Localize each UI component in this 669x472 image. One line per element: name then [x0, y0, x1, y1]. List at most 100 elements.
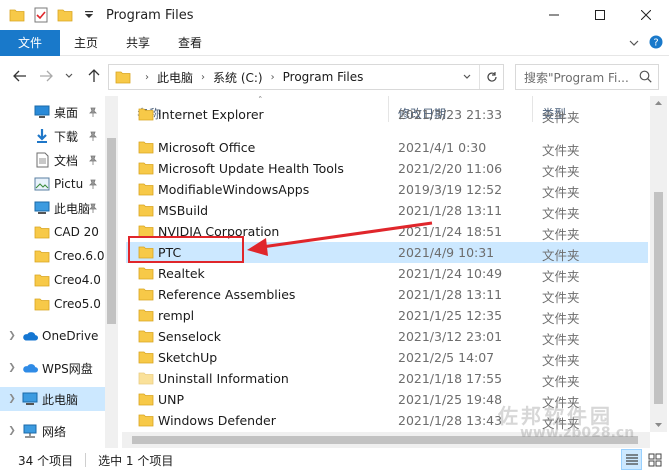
file-name: Microsoft Office	[158, 140, 256, 155]
details-view-icon	[625, 453, 638, 465]
nav-item-this-pc-pinned[interactable]: 此电脑	[0, 196, 118, 220]
nav-item-creo4-folder[interactable]: Creo4.0	[0, 268, 118, 292]
folder-icon	[34, 272, 50, 288]
file-name: Reference Assemblies	[158, 287, 296, 302]
pin-icon[interactable]	[88, 130, 98, 144]
tab-view[interactable]: 查看	[164, 30, 216, 56]
file-row[interactable]: Microsoft Office 2021/4/1 0:30 文件夹	[126, 137, 648, 158]
chevron-right-icon[interactable]: ›	[201, 72, 205, 83]
scroll-down-icon[interactable]	[654, 422, 663, 428]
breadcrumb-system-c[interactable]: 系统 (C:)	[213, 69, 263, 86]
chevron-right-icon[interactable]: ›	[145, 72, 149, 83]
tab-home[interactable]: 主页	[60, 30, 112, 56]
folder-icon	[138, 287, 154, 301]
file-modified-date: 2021/4/1 0:30	[398, 140, 487, 155]
file-row[interactable]: ModifiableWindowsApps 2019/3/19 12:52 文件夹	[126, 179, 648, 200]
file-row[interactable]: rempl 2021/1/25 12:35 文件夹	[126, 305, 648, 326]
nav-item-network[interactable]: ❯ 网络	[0, 419, 118, 443]
nav-item-pictures[interactable]: Pictu	[0, 172, 118, 196]
maximize-button[interactable]	[577, 0, 623, 30]
nav-pane-scrollbar-thumb[interactable]	[107, 138, 116, 324]
search-placeholder: 搜索"Program Fi...	[524, 70, 629, 85]
file-row[interactable]: Reference Assemblies 2021/1/28 13:11 文件夹	[126, 284, 648, 305]
customize-toolbar-dropdown-icon[interactable]	[80, 6, 98, 24]
nav-item-wps-cloud[interactable]: ❯ WPS网盘	[0, 356, 118, 380]
tab-share[interactable]: 共享	[112, 30, 164, 56]
nav-item-label: Creo5.0	[54, 297, 101, 311]
folder-icon	[138, 161, 154, 175]
nav-item-label: CAD 20	[54, 225, 99, 239]
nav-item-desktop[interactable]: 桌面	[0, 100, 118, 124]
nav-item-onedrive[interactable]: ❯ OneDrive	[0, 324, 118, 348]
chevron-right-icon[interactable]: ❯	[6, 426, 18, 436]
file-row[interactable]: SketchUp 2021/2/5 14:07 文件夹	[126, 347, 648, 368]
forward-button[interactable]	[36, 66, 56, 86]
chevron-right-icon[interactable]: ❯	[6, 331, 18, 341]
nav-item-creo5-folder[interactable]: Creo5.0	[0, 292, 118, 316]
close-button[interactable]	[623, 0, 669, 30]
refresh-icon	[486, 72, 497, 82]
pin-icon[interactable]	[88, 202, 98, 216]
breadcrumb-this-pc[interactable]: 此电脑	[157, 69, 193, 86]
breadcrumb-program-files[interactable]: Program Files	[283, 70, 364, 84]
nav-item-creo6-folder[interactable]: Creo.6.0	[0, 244, 118, 268]
file-name: Internet Explorer	[158, 107, 264, 122]
nav-item-cad-folder[interactable]: CAD 20	[0, 220, 118, 244]
recent-locations-button[interactable]	[62, 66, 76, 86]
pin-icon[interactable]	[88, 154, 98, 168]
nav-item-this-pc[interactable]: ❯ 此电脑	[0, 387, 118, 411]
file-row[interactable]: MSBuild 2021/1/28 13:11 文件夹	[126, 200, 648, 221]
file-row[interactable]: Senselock 2021/3/12 23:01 文件夹	[126, 326, 648, 347]
window-title: Program Files	[106, 7, 194, 23]
address-history-button[interactable]	[455, 65, 479, 89]
back-button[interactable]	[10, 66, 30, 86]
refresh-button[interactable]	[479, 65, 503, 89]
properties-icon[interactable]	[32, 6, 50, 24]
folder-icon	[138, 413, 154, 427]
up-button[interactable]	[84, 66, 104, 86]
minimize-button[interactable]	[531, 0, 577, 30]
nav-item-label: 此电脑	[54, 201, 91, 216]
file-list-scrollbar[interactable]	[650, 96, 667, 432]
scroll-up-icon[interactable]	[654, 100, 663, 106]
details-view-button[interactable]	[621, 449, 642, 470]
chevron-right-icon[interactable]: ❯	[6, 363, 18, 373]
file-modified-date: 2021/1/25 19:48	[398, 392, 503, 407]
nav-item-label: 文档	[54, 153, 79, 168]
maximize-icon	[595, 10, 605, 20]
address-bar[interactable]: › 此电脑 › 系统 (C:) › Program Files	[108, 64, 504, 90]
network-icon	[22, 423, 38, 439]
file-row[interactable]: Internet Explorer 2021/3/23 21:33 文件夹	[126, 104, 648, 125]
forward-arrow-icon	[40, 70, 53, 82]
pin-icon[interactable]	[88, 178, 98, 192]
nav-item-downloads[interactable]: 下载	[0, 124, 118, 148]
file-row[interactable]: Realtek 2021/1/24 10:49 文件夹	[126, 263, 648, 284]
help-icon[interactable]: ?	[649, 35, 663, 52]
file-row[interactable]: Uninstall Information 2021/1/18 17:55 文件夹	[126, 368, 648, 389]
download-icon	[34, 128, 50, 144]
file-type: 文件夹	[542, 206, 580, 221]
pin-icon[interactable]	[88, 106, 98, 120]
file-row[interactable]: Microsoft Update Health Tools 2021/2/20 1…	[126, 158, 648, 179]
file-type: 文件夹	[542, 332, 580, 347]
file-list-scrollbar-thumb[interactable]	[654, 192, 663, 404]
new-folder-icon[interactable]	[56, 6, 74, 24]
file-modified-date: 2021/4/9 10:31	[398, 245, 495, 260]
file-type: 文件夹	[542, 164, 580, 179]
item-count: 34 个项目	[18, 453, 74, 468]
nav-pane-scrollbar[interactable]	[105, 96, 118, 448]
document-icon	[34, 152, 50, 168]
close-icon	[641, 10, 651, 20]
chevron-right-icon[interactable]: ›	[271, 72, 275, 83]
chevron-right-icon[interactable]: ❯	[6, 394, 18, 404]
expand-ribbon-icon[interactable]	[629, 36, 639, 50]
search-icon[interactable]	[636, 70, 652, 83]
tab-file[interactable]: 文件	[0, 29, 60, 56]
large-icons-view-button[interactable]	[644, 449, 665, 470]
address-bar-actions	[455, 65, 503, 89]
nav-item-label: WPS网盘	[42, 361, 93, 376]
file-type: 文件夹	[542, 269, 580, 284]
wps-cloud-icon	[22, 360, 38, 376]
search-input[interactable]: 搜索"Program Fi...	[515, 64, 659, 90]
nav-item-documents[interactable]: 文档	[0, 148, 118, 172]
